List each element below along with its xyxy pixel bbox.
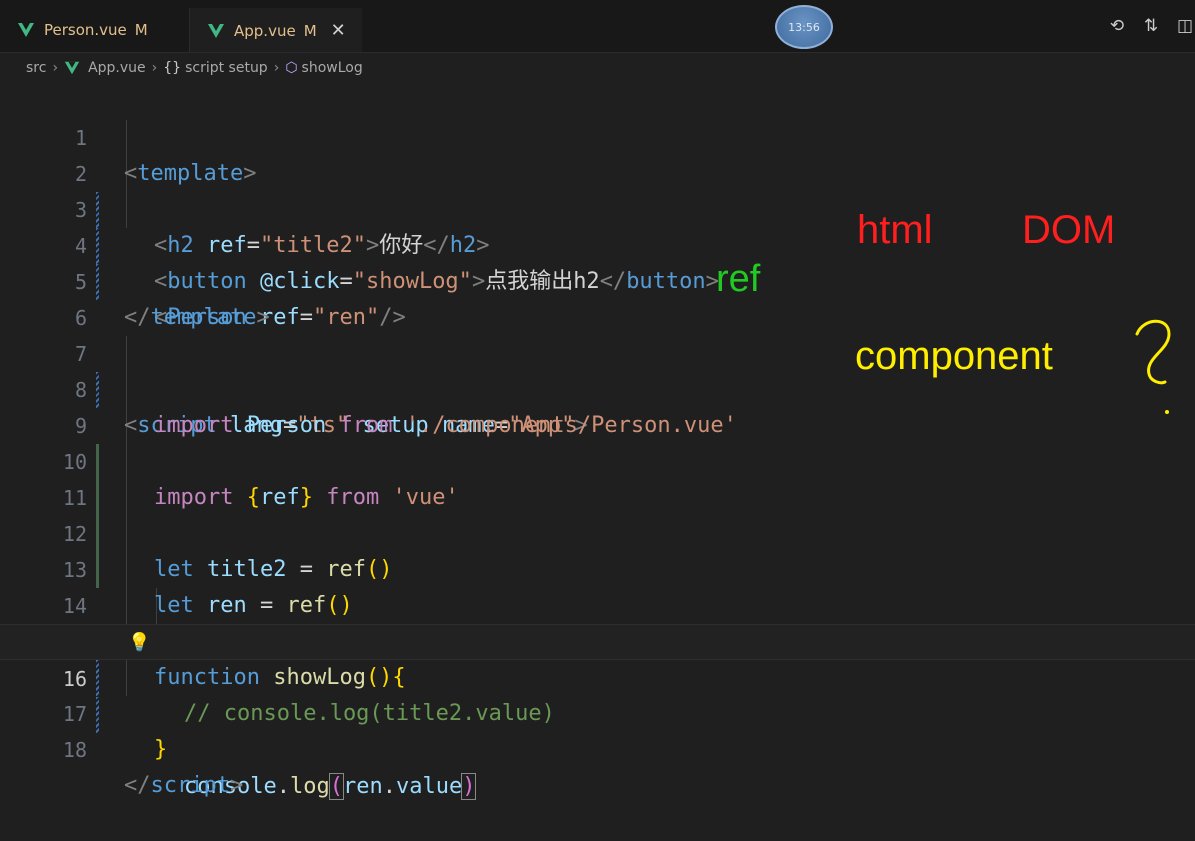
line-number: 18 — [62, 738, 87, 762]
vue-file-icon — [18, 23, 34, 37]
identifier: ren — [342, 774, 383, 799]
function-name: log — [289, 774, 330, 799]
code-line: 7 <script lang="ts" setup name="App"> — [0, 300, 1195, 438]
chevron-right-icon: › — [52, 60, 59, 76]
vue-file-icon — [208, 23, 224, 38]
code-line-current: 16 💡 console.log(ren.value) — [0, 624, 1195, 800]
code-line: 18 </script> — [0, 696, 1195, 798]
annotation-html: html — [857, 208, 933, 252]
annotation-component: component — [855, 334, 1053, 378]
close-icon[interactable]: ✕ — [331, 20, 346, 41]
code-line: 14 function showLog(){ — [0, 552, 1195, 690]
code-line: 1 <template> — [0, 84, 1195, 186]
code-line: 11 let title2 = ref() — [0, 444, 1195, 582]
compare-changes-icon[interactable]: ⇅ — [1141, 16, 1161, 36]
code-line: 2 <h2 ref="title2">你好</h2> — [0, 120, 1195, 258]
recording-timer: 13:56 — [775, 5, 833, 49]
code-line: 5 </template> — [0, 228, 1195, 330]
code-line: 3 <button @click="showLog">点我输出h2</butto… — [0, 156, 1195, 294]
code-line: 4 <Person ref="ren"/> — [0, 192, 1195, 330]
lightbulb-icon[interactable]: 💡 — [128, 625, 150, 661]
editor-actions: ⟲ ⇅ ◫ — [1107, 16, 1195, 36]
code-editor[interactable]: 1 <template> 2 <h2 ref="title2">你好</h2> … — [0, 84, 1195, 800]
modified-indicator: M — [303, 21, 317, 40]
breadcrumb-section[interactable]: script setup — [185, 60, 268, 76]
modified-indicator: M — [134, 21, 148, 39]
tab-app-vue[interactable]: App.vue M ✕ — [190, 8, 362, 52]
breadcrumb-folder[interactable]: src — [26, 60, 46, 76]
tab-label: Person.vue — [44, 21, 127, 39]
editor-tab-bar: Person.vue M App.vue M ✕ 13:56 ⟲ ⇅ ◫ — [0, 0, 1195, 53]
tab-label: App.vue — [234, 21, 296, 40]
question-mark-scribble — [1135, 319, 1171, 414]
history-icon[interactable]: ⟲ — [1107, 16, 1127, 36]
property-name: value — [395, 774, 463, 799]
chevron-right-icon: › — [273, 60, 280, 76]
vue-file-icon — [64, 61, 80, 75]
breadcrumb-symbol[interactable]: showLog — [302, 60, 363, 76]
braces-icon: {} — [163, 60, 182, 76]
code-line: 13 — [0, 516, 1195, 582]
code-line: 6 — [0, 264, 1195, 330]
code-line: 10 — [0, 408, 1195, 516]
annotation-dom: DOM — [1022, 208, 1116, 252]
split-editor-icon[interactable]: ◫ — [1175, 16, 1195, 36]
code-line: 17 } — [0, 660, 1195, 762]
breadcrumb: src › App.vue › {} script setup › ⬡ show… — [0, 52, 1195, 84]
chevron-right-icon: › — [151, 60, 158, 76]
cube-symbol-icon: ⬡ — [285, 60, 298, 76]
tag-name: script — [150, 773, 230, 798]
breadcrumb-file[interactable]: App.vue — [88, 60, 146, 76]
annotation-ref: ref — [716, 258, 761, 300]
tab-person-vue[interactable]: Person.vue M — [0, 8, 190, 52]
code-line: 12 let ren = ref() — [0, 480, 1195, 618]
code-line: 15 // console.log(title2.value) — [0, 588, 1195, 726]
